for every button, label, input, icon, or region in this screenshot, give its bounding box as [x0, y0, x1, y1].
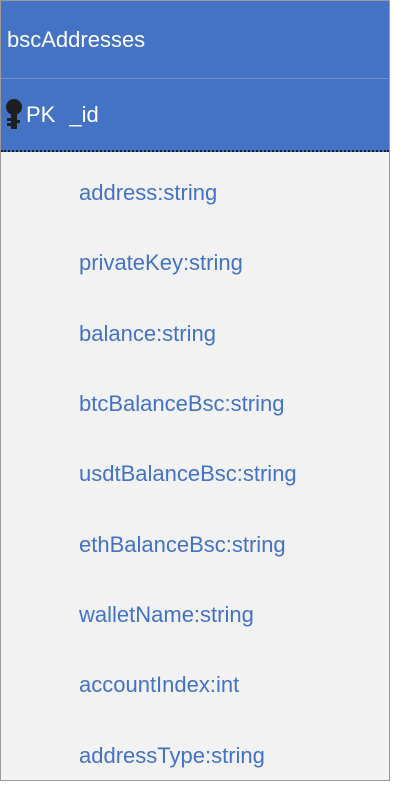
- entity-title: bscAddresses: [7, 26, 146, 52]
- field-row[interactable]: addressType:string: [1, 720, 389, 790]
- field-row[interactable]: walletName:string: [1, 580, 389, 650]
- field-row[interactable]: balance:string: [1, 299, 389, 369]
- field-row[interactable]: ethBalanceBsc:string: [1, 509, 389, 579]
- field-row[interactable]: accountIndex:int: [1, 650, 389, 720]
- primary-key-row[interactable]: PK _id: [1, 79, 389, 152]
- field-row[interactable]: btcBalanceBsc:string: [1, 369, 389, 439]
- pk-label: PK: [26, 101, 56, 127]
- field-row[interactable]: address:string: [1, 158, 389, 228]
- entity-header: bscAddresses: [1, 1, 389, 79]
- key-icon: [3, 98, 25, 132]
- entity-table[interactable]: bscAddresses PK _id address:string priva…: [0, 0, 390, 781]
- pk-field-name: _id: [69, 101, 99, 127]
- field-list: address:string privateKey:string balance…: [1, 152, 389, 791]
- field-row[interactable]: privateKey:string: [1, 228, 389, 298]
- field-row[interactable]: usdtBalanceBsc:string: [1, 439, 389, 509]
